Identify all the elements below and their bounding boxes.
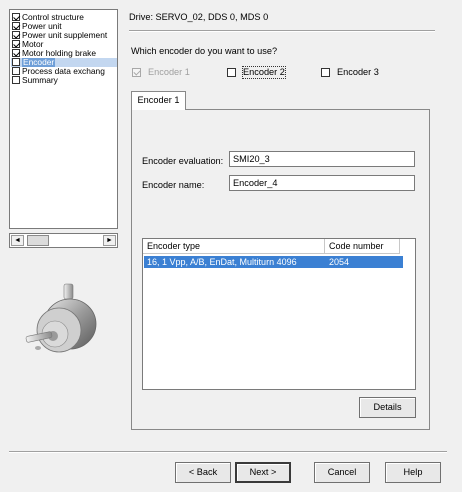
scroll-left-arrow-icon[interactable]: ◄ (11, 235, 24, 246)
tab-encoder-1[interactable]: Encoder 1 (131, 91, 186, 110)
checkbox-checked-icon (12, 49, 20, 57)
details-button[interactable]: Details (359, 397, 416, 418)
table-row[interactable]: 16, 1 Vpp, A/B, EnDat, Multiturn 4096 20… (144, 256, 403, 268)
checkbox-checked-icon (12, 22, 20, 30)
encoder-3-checkbox[interactable]: Encoder 3 (321, 67, 391, 78)
cell-encoder-type: 16, 1 Vpp, A/B, EnDat, Multiturn 4096 (147, 257, 297, 267)
checkbox-unchecked-icon (12, 76, 20, 84)
nav-item-summary[interactable]: Summary (11, 76, 117, 85)
encoder-2-checkbox[interactable]: Encoder 2 (227, 66, 297, 79)
encoder-name-label: Encoder name: (142, 180, 205, 190)
wizard-step-tree[interactable]: Control structure Power unit Power unit … (9, 9, 118, 229)
column-header-code-number[interactable]: Code number (325, 239, 400, 254)
checkbox-checked-icon (132, 68, 141, 77)
checkbox-checked-icon (12, 13, 20, 21)
checkbox-unchecked-icon (227, 68, 236, 77)
column-header-encoder-type[interactable]: Encoder type (143, 239, 325, 254)
tree-horizontal-scrollbar[interactable]: ◄ ► (9, 233, 118, 248)
cancel-button[interactable]: Cancel (314, 462, 370, 483)
scroll-right-arrow-icon[interactable]: ► (103, 235, 116, 246)
encoder-illustration (25, 283, 97, 353)
footer-divider (9, 451, 447, 453)
checkbox-unchecked-icon (12, 67, 20, 75)
help-button[interactable]: Help (385, 462, 441, 483)
checkbox-unchecked-icon (321, 68, 330, 77)
encoder-question: Which encoder do you want to use? (131, 46, 278, 56)
checkbox-unchecked-icon (12, 58, 20, 66)
header-divider (129, 30, 435, 32)
encoder-type-table[interactable]: Encoder type Code number 16, 1 Vpp, A/B,… (142, 238, 416, 390)
back-button[interactable]: < Back (175, 462, 231, 483)
checkbox-checked-icon (12, 31, 20, 39)
checkbox-checked-icon (12, 40, 20, 48)
encoder-evaluation-field[interactable]: SMI20_3 (229, 151, 415, 167)
next-button[interactable]: Next > (235, 462, 291, 483)
encoder-evaluation-label: Encoder evaluation: (142, 156, 224, 166)
encoder-name-field[interactable]: Encoder_4 (229, 175, 415, 191)
drive-title: Drive: SERVO_02, DDS 0, MDS 0 (129, 12, 269, 22)
scrollbar-thumb[interactable] (27, 235, 49, 246)
encoder-1-checkbox[interactable]: Encoder 1 (132, 67, 202, 78)
cell-code-number: 2054 (329, 257, 350, 267)
